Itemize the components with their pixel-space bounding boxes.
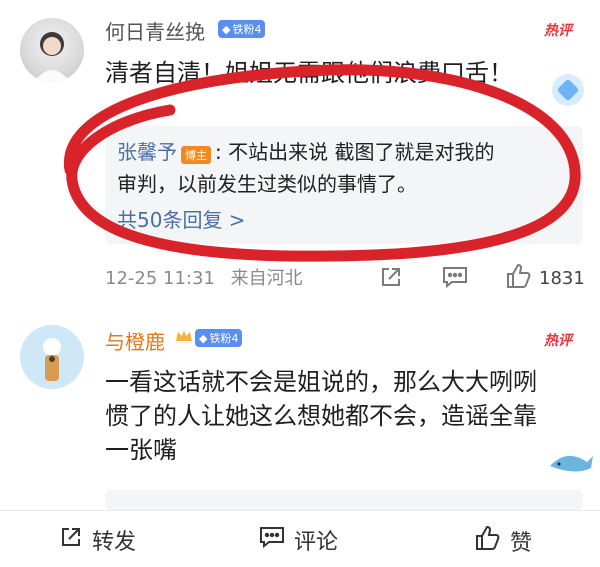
like-count: 1831 bbox=[539, 267, 585, 289]
comment-content-line3: 一张嘴 bbox=[105, 436, 177, 464]
hot-comment-label: 热评 bbox=[544, 333, 572, 349]
fan-badge: ◆ 铁粉4 bbox=[195, 329, 243, 347]
like-label: 赞 bbox=[510, 531, 533, 556]
reply-text-line2: 审判，以前发生过类似的事情了。 bbox=[117, 172, 417, 196]
reply-box[interactable] bbox=[105, 490, 583, 510]
fan-badge: ◆ 铁粉4 bbox=[218, 20, 266, 38]
fan-badge-label: 铁粉4 bbox=[232, 23, 262, 36]
diamond-icon: ◆ bbox=[199, 331, 208, 345]
owner-tag: 博主 bbox=[181, 145, 211, 164]
comment-label: 评论 bbox=[294, 530, 339, 555]
comment-icon[interactable] bbox=[441, 264, 469, 294]
comment-content-line2: 惯了的人让她这么想她都不会，造谣全靠 bbox=[105, 402, 537, 430]
reply-line-1: 张馨予 博主: 不站出来说 截图了就是对我的 bbox=[117, 136, 587, 168]
comment-icon bbox=[258, 524, 286, 556]
thumbs-up-icon bbox=[505, 262, 533, 294]
comment-button[interactable]: 评论 bbox=[258, 524, 338, 556]
repost-button[interactable]: 转发 bbox=[58, 524, 136, 556]
hot-comment-label: 热评 bbox=[544, 23, 572, 39]
avatar[interactable] bbox=[20, 325, 84, 389]
comment-content: 清者自清！姐姐无需跟他们浪费口舌！ bbox=[105, 59, 513, 87]
reply-text-line1: : 不站出来说 截图了就是对我的 bbox=[215, 140, 495, 164]
thumbs-up-icon bbox=[474, 524, 502, 558]
timestamp: 12-25 11:31 bbox=[105, 268, 215, 289]
sticker-icon bbox=[550, 72, 586, 108]
reply-author[interactable]: 张馨予 bbox=[117, 140, 177, 164]
location: 来自河北 bbox=[230, 268, 303, 289]
like-button[interactable]: 1831 bbox=[505, 262, 585, 294]
comment-content-line1: 一看这话就不会是姐说的，那么大大咧咧 bbox=[105, 368, 537, 396]
meta-row: 12-25 11:31 来自河北 bbox=[105, 264, 303, 290]
username[interactable]: 与橙鹿 bbox=[105, 326, 165, 355]
repost-label: 转发 bbox=[92, 530, 137, 555]
crown-icon bbox=[174, 326, 194, 350]
whale-sticker-icon bbox=[545, 440, 595, 480]
share-icon[interactable] bbox=[378, 264, 404, 294]
more-replies-link[interactable]: 共50条回复 > bbox=[117, 204, 246, 233]
avatar[interactable] bbox=[20, 18, 84, 82]
fan-badge-label: 铁粉4 bbox=[209, 332, 239, 345]
username[interactable]: 何日青丝挽 bbox=[105, 16, 205, 45]
repost-icon bbox=[58, 524, 84, 556]
diamond-icon: ◆ bbox=[222, 22, 231, 36]
like-bottom-button[interactable]: 赞 bbox=[474, 524, 532, 558]
